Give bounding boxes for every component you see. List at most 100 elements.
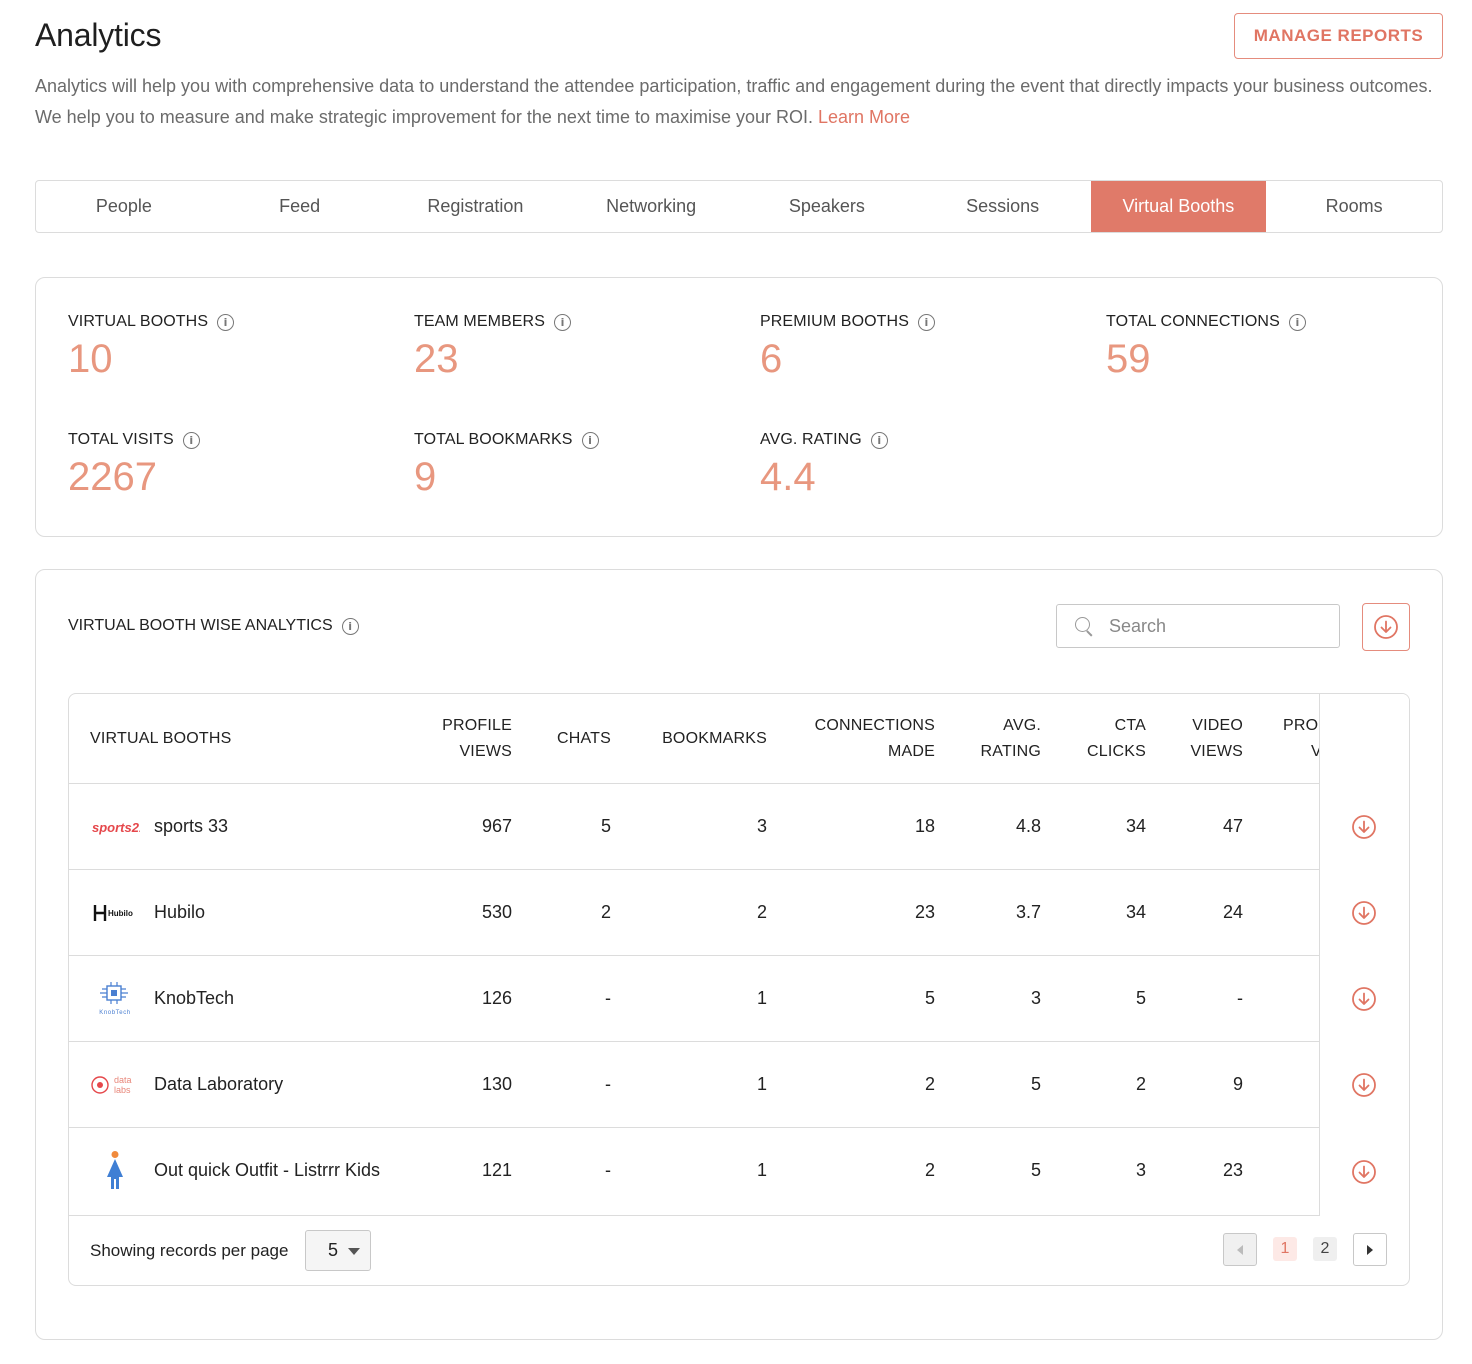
- download-icon[interactable]: [1351, 1072, 1377, 1098]
- rating-cell: 3.7: [1015, 902, 1041, 922]
- tab-registration[interactable]: Registration: [388, 181, 564, 232]
- info-icon[interactable]: i: [341, 617, 359, 635]
- tab-speakers[interactable]: Speakers: [739, 181, 915, 232]
- info-icon[interactable]: i: [917, 313, 935, 331]
- next-page-button[interactable]: [1353, 1233, 1387, 1266]
- tab-virtual-booths[interactable]: Virtual Booths: [1090, 181, 1267, 232]
- col-bookmarks[interactable]: BOOKMARKS: [662, 726, 767, 752]
- cta-cell: 34: [1125, 816, 1146, 836]
- stat-value: 9: [414, 455, 437, 499]
- col-video-views[interactable]: VIDEO VIEWS: [1190, 713, 1243, 765]
- info-icon[interactable]: i: [554, 313, 571, 331]
- connections-cell: 23: [914, 902, 935, 922]
- cta-cell: 2: [1135, 1074, 1146, 1094]
- stat-label: TOTAL VISITS: [68, 431, 174, 448]
- download-icon[interactable]: [1351, 900, 1377, 926]
- prev-page-button[interactable]: [1223, 1233, 1257, 1266]
- col-profile-visits-partial[interactable]: PRO V: [1283, 713, 1322, 765]
- stat-value: 23: [414, 337, 459, 381]
- col-profile-views[interactable]: PROFILE VIEWS: [442, 713, 512, 765]
- chats-cell: -: [605, 1160, 611, 1180]
- col-chats[interactable]: CHATS: [557, 726, 611, 752]
- stat-value: 2267: [68, 455, 157, 499]
- table-header: VIRTUAL BOOTHS PROFILE VIEWS CHATS BOOKMA…: [69, 694, 1409, 784]
- rating-cell: 5: [1030, 1074, 1041, 1094]
- page-1-button[interactable]: 1: [1273, 1237, 1297, 1261]
- datalabs-logo: data labs: [90, 1066, 140, 1104]
- booth-name[interactable]: Out quick Outfit - Listrrr Kids: [154, 1160, 380, 1181]
- booth-name[interactable]: Data Laboratory: [154, 1074, 283, 1095]
- booth-analytics-card: VIRTUAL BOOTH WISE ANALYTICS i VIRTUAL BO…: [35, 569, 1443, 1340]
- download-icon[interactable]: [1351, 1159, 1377, 1185]
- col-connections-made[interactable]: CONNECTIONS MADE: [815, 713, 935, 765]
- stat-total-visits: TOTAL VISITS i 2267: [68, 431, 200, 500]
- info-icon[interactable]: i: [182, 431, 200, 449]
- learn-more-link[interactable]: Learn More: [818, 107, 910, 127]
- hubilo-logo: Hubilo: [90, 894, 140, 932]
- page-2-button[interactable]: 2: [1313, 1237, 1337, 1261]
- svg-text:labs: labs: [114, 1085, 131, 1095]
- video-cell: -: [1237, 988, 1243, 1008]
- search-input[interactable]: [1109, 615, 1319, 637]
- video-cell: 9: [1232, 1074, 1243, 1094]
- col-virtual-booths[interactable]: VIRTUAL BOOTHS: [90, 726, 232, 752]
- stat-label: TOTAL BOOKMARKS: [414, 431, 573, 448]
- rating-cell: 3: [1030, 988, 1041, 1008]
- chevron-right-icon: [1367, 1244, 1373, 1255]
- profile-views-cell: 126: [481, 988, 512, 1008]
- col-cta-clicks[interactable]: CTA CLICKS: [1087, 713, 1146, 765]
- booth-name[interactable]: Hubilo: [154, 902, 205, 923]
- chats-cell: -: [605, 988, 611, 1008]
- chats-cell: 5: [600, 816, 611, 836]
- bookmarks-cell: 3: [756, 816, 767, 836]
- cta-cell: 3: [1135, 1160, 1146, 1180]
- cta-cell: 5: [1135, 988, 1146, 1008]
- page-description: Analytics will help you with comprehensi…: [35, 71, 1435, 133]
- tab-rooms[interactable]: Rooms: [1266, 181, 1442, 232]
- page-title: Analytics: [35, 17, 162, 53]
- profile-views-cell: 130: [481, 1074, 512, 1094]
- info-icon[interactable]: i: [1288, 313, 1306, 331]
- stat-label: PREMIUM BOOTHS: [760, 313, 909, 330]
- connections-cell: 18: [914, 816, 935, 836]
- table-row: Out quick Outfit - Listrrr Kids 121 - 1 …: [69, 1128, 1409, 1216]
- download-icon: [1374, 615, 1398, 639]
- download-icon[interactable]: [1351, 986, 1377, 1012]
- download-all-button[interactable]: [1362, 603, 1410, 651]
- table-row: KnobTech KnobTech 126 - 1 5 3 5 -: [69, 956, 1409, 1042]
- connections-cell: 2: [924, 1074, 935, 1094]
- info-icon[interactable]: i: [870, 431, 888, 449]
- chats-cell: -: [605, 1074, 611, 1094]
- chevron-left-icon: [1237, 1244, 1243, 1255]
- tab-sessions[interactable]: Sessions: [915, 181, 1091, 232]
- profile-views-cell: 967: [481, 816, 512, 836]
- svg-text:KnobTech: KnobTech: [99, 1010, 131, 1016]
- manage-reports-button[interactable]: MANAGE REPORTS: [1234, 13, 1443, 59]
- stat-value: 6: [760, 337, 783, 381]
- description-text: Analytics will help you with comprehensi…: [35, 76, 1433, 127]
- cta-cell: 34: [1125, 902, 1146, 922]
- stat-label: TEAM MEMBERS: [414, 313, 545, 330]
- stat-label: TOTAL CONNECTIONS: [1106, 313, 1280, 330]
- stat-premium-booths: PREMIUM BOOTHS i 6: [760, 313, 935, 382]
- table-row: sports21 sports 33 967 5 3 18 4.8 34 47: [69, 784, 1409, 870]
- download-icon[interactable]: [1351, 814, 1377, 840]
- stat-total-bookmarks: TOTAL BOOKMARKS i 9: [414, 431, 599, 500]
- stat-value: 10: [68, 337, 113, 381]
- per-page-value: 5: [328, 1240, 339, 1260]
- chats-cell: 2: [600, 902, 611, 922]
- per-page-select[interactable]: 5: [305, 1230, 371, 1271]
- rating-cell: 5: [1030, 1160, 1041, 1180]
- stat-avg-rating: AVG. RATING i 4.4: [760, 431, 888, 500]
- stat-label: VIRTUAL BOOTHS: [68, 313, 209, 330]
- tab-people[interactable]: People: [36, 181, 212, 232]
- col-avg-rating[interactable]: AVG. RATING: [981, 713, 1041, 765]
- tab-feed[interactable]: Feed: [212, 181, 388, 232]
- info-icon[interactable]: i: [217, 313, 235, 331]
- booth-name[interactable]: KnobTech: [154, 988, 234, 1009]
- tab-networking[interactable]: Networking: [563, 181, 739, 232]
- info-icon[interactable]: i: [581, 431, 599, 449]
- search-box: [1056, 604, 1340, 648]
- booth-name[interactable]: sports 33: [154, 816, 228, 837]
- stat-total-connections: TOTAL CONNECTIONS i 59: [1106, 313, 1306, 382]
